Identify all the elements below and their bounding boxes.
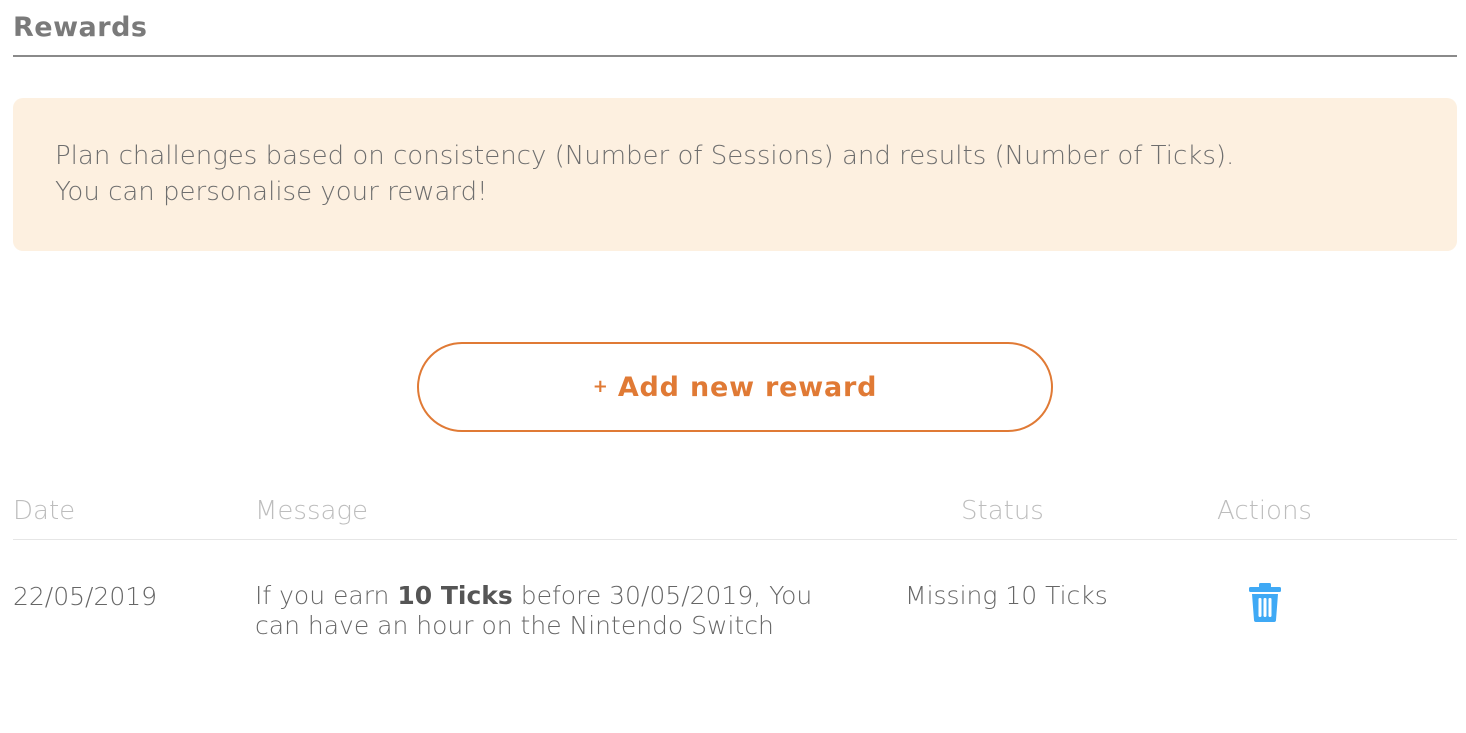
add-new-reward-label: Add new reward <box>617 371 878 403</box>
rewards-table-header: Date Message Status Actions <box>13 490 1457 540</box>
reward-message: If you earn 10 Ticks before 30/05/2019, … <box>255 581 815 641</box>
column-header-message: Message <box>255 496 369 526</box>
reward-status: Missing 10 Ticks <box>905 581 1108 610</box>
plus-icon: + <box>592 375 608 397</box>
column-header-actions: Actions <box>1217 496 1312 526</box>
page-title: Rewards <box>13 12 148 43</box>
column-header-status: Status <box>961 496 1044 526</box>
info-line-1: Plan challenges based on consistency (Nu… <box>55 141 1235 171</box>
info-box: Plan challenges based on consistency (Nu… <box>13 98 1457 251</box>
reward-message-pre: If you earn <box>255 581 398 610</box>
reward-date: 22/05/2019 <box>13 582 158 611</box>
column-header-date: Date <box>13 496 76 526</box>
table-row: 22/05/2019 If you earn 10 Ticks before 3… <box>13 578 1457 658</box>
trash-icon <box>1249 583 1281 622</box>
reward-message-ticks: 10 Ticks <box>397 581 513 610</box>
info-line-2: You can personalise your reward! <box>55 177 488 207</box>
delete-reward-button[interactable] <box>1247 582 1283 622</box>
add-new-reward-button[interactable]: + Add new reward <box>417 342 1053 432</box>
page-header: Rewards <box>13 0 1457 57</box>
